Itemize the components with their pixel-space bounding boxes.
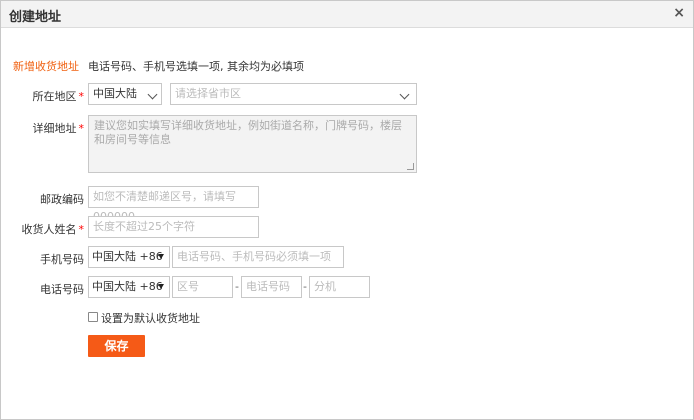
- dialog-title: 创建地址: [9, 10, 62, 25]
- triangle-down-icon: [158, 254, 164, 259]
- mobile-label-text: 手机号码: [40, 253, 84, 266]
- phone-number-placeholder: 电话号码: [246, 280, 290, 293]
- phone-ext-placeholder: 分机: [314, 280, 336, 293]
- phone-number-input[interactable]: 电话号码: [241, 276, 302, 298]
- phone-label: 电话号码: [1, 281, 84, 297]
- mobile-placeholder: 电话号码、手机号码必须填一项: [177, 250, 331, 263]
- detail-address-placeholder: 建议您如实填写详细收货地址，例如街道名称，门牌号码，楼层和房间号等信息: [94, 119, 402, 146]
- default-address-label[interactable]: 设置为默认收货地址: [101, 310, 200, 326]
- mobile-input[interactable]: 电话号码、手机号码必须填一项: [172, 246, 344, 268]
- dialog-titlebar: 创建地址 ×: [1, 1, 693, 28]
- detail-address-label: 详细地址 *: [1, 120, 85, 136]
- chevron-down-icon: [147, 89, 158, 100]
- detail-address-textarea[interactable]: 建议您如实填写详细收货地址，例如街道名称，门牌号码，楼层和房间号等信息: [88, 115, 417, 173]
- resize-handle-icon[interactable]: [407, 163, 414, 170]
- recipient-name-input[interactable]: 长度不超过25个字符: [88, 216, 259, 238]
- section-title: 新增收货地址: [13, 60, 79, 73]
- chevron-down-icon: [399, 89, 410, 100]
- phone-area-placeholder: 区号: [177, 280, 199, 293]
- country-select[interactable]: 中国大陆: [88, 83, 162, 105]
- mobile-country-value: 中国大陆 +86: [92, 250, 163, 263]
- required-mark: *: [78, 122, 85, 135]
- region-label-text: 所在地区: [32, 90, 77, 103]
- section-note: 电话号码、手机号选填一项, 其余均为必填项: [88, 60, 304, 73]
- mobile-label: 手机号码: [1, 251, 84, 267]
- province-select[interactable]: 请选择省市区: [170, 83, 417, 105]
- phone-country-value: 中国大陆 +86: [92, 280, 163, 293]
- phone-label-text: 电话号码: [40, 283, 84, 296]
- phone-ext-input[interactable]: 分机: [309, 276, 370, 298]
- phone-separator: -: [235, 280, 239, 293]
- required-mark: *: [78, 223, 85, 236]
- phone-separator: -: [303, 280, 307, 293]
- recipient-name-label: 收货人姓名 *: [1, 221, 85, 237]
- postal-code-label-text: 邮政编码: [40, 193, 84, 206]
- postal-code-label: 邮政编码: [1, 191, 84, 207]
- triangle-down-icon: [158, 284, 164, 289]
- phone-country-select[interactable]: 中国大陆 +86: [88, 276, 170, 298]
- postal-code-input[interactable]: 如您不清楚邮递区号，请填写000000: [88, 186, 259, 223]
- mobile-country-select[interactable]: 中国大陆 +86: [88, 246, 170, 268]
- close-icon[interactable]: ×: [673, 4, 685, 22]
- recipient-name-label-text: 收货人姓名: [21, 223, 77, 236]
- default-address-checkbox[interactable]: [88, 312, 98, 322]
- create-address-dialog: 创建地址 × 新增收货地址 电话号码、手机号选填一项, 其余均为必填项 所在地区…: [0, 0, 694, 420]
- required-mark: *: [78, 90, 85, 103]
- phone-area-input[interactable]: 区号: [172, 276, 233, 298]
- save-button[interactable]: 保存: [88, 335, 145, 357]
- region-label: 所在地区 *: [1, 88, 85, 104]
- country-select-value: 中国大陆: [93, 87, 137, 100]
- detail-address-label-text: 详细地址: [32, 122, 77, 135]
- recipient-name-placeholder: 长度不超过25个字符: [93, 220, 195, 233]
- province-select-placeholder: 请选择省市区: [175, 87, 241, 100]
